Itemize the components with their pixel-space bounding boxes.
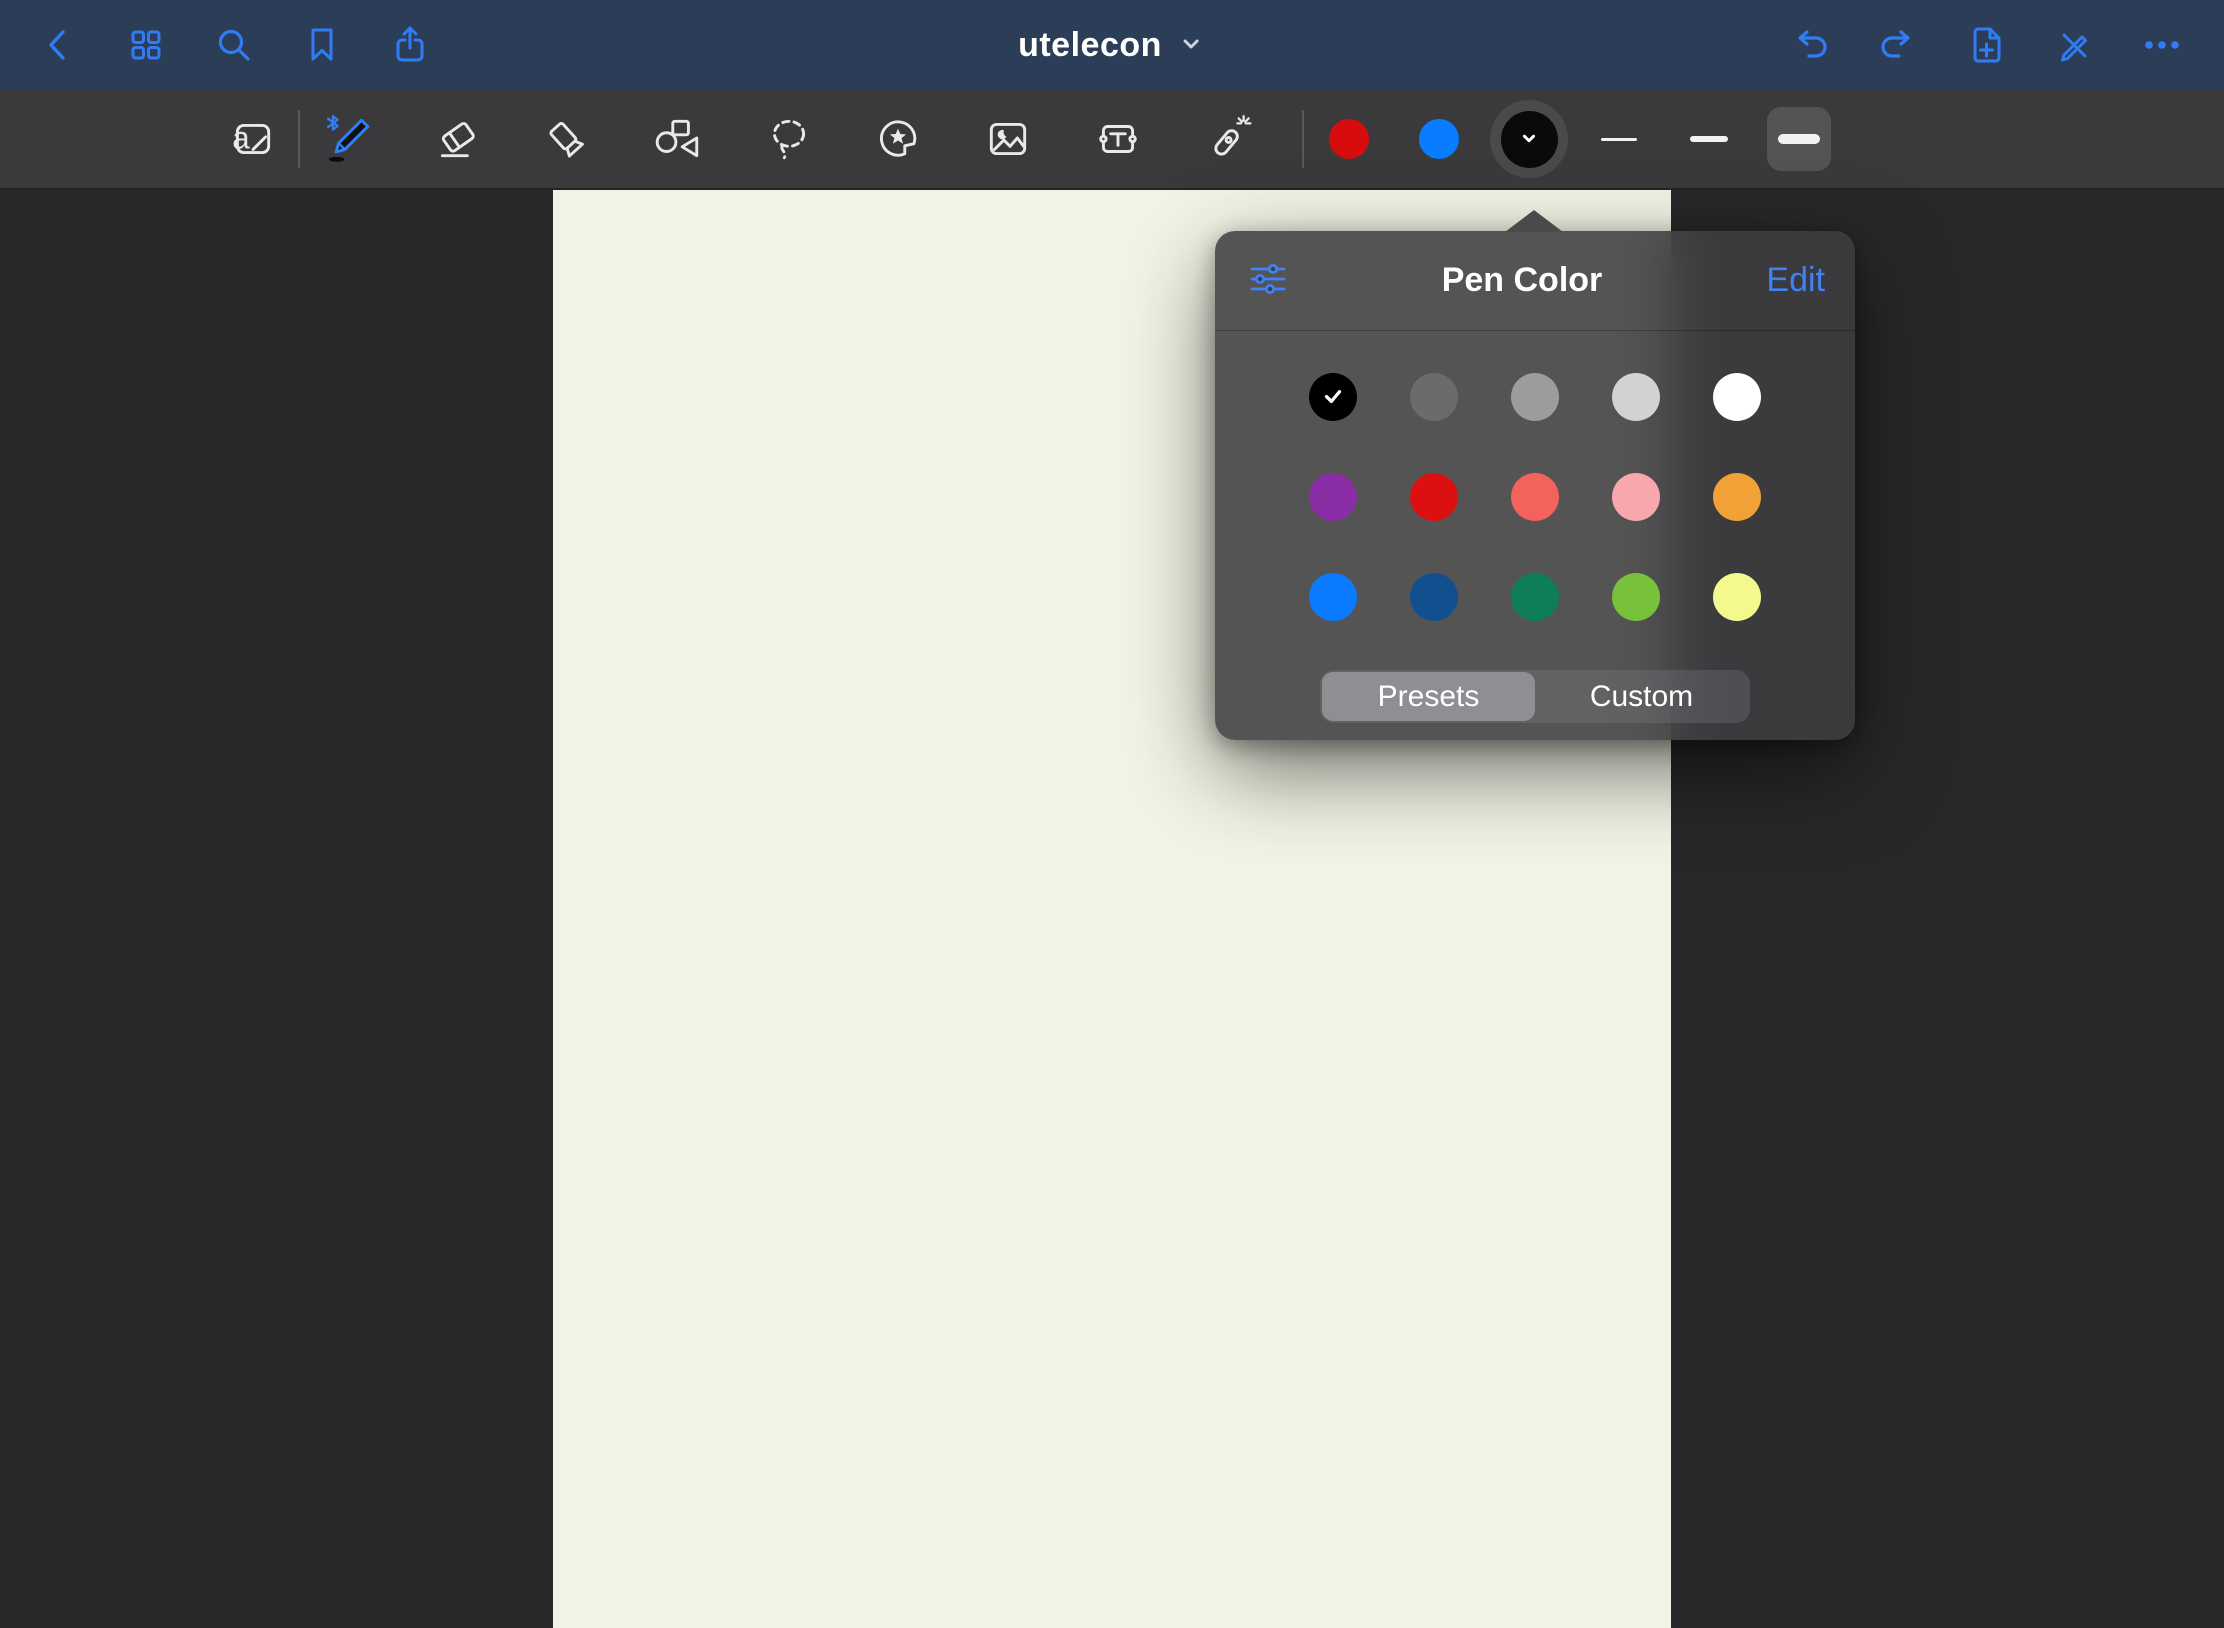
navbar-left-group [0,16,454,74]
laser-pointer-icon [1203,114,1253,164]
document-title: utelecon [1018,26,1162,65]
tool-group [310,101,1266,177]
stroke-width-thick[interactable] [1754,94,1844,184]
search-button[interactable] [205,16,263,74]
pen-color-swatch-gray[interactable] [1511,373,1559,421]
tab-presets[interactable]: Presets [1322,672,1535,721]
pen-color-swatch-yellow[interactable] [1713,573,1761,621]
share-icon [388,23,432,67]
pen-icon [323,114,373,164]
eraser-tool[interactable] [420,101,496,177]
pen-color-swatch-orange[interactable] [1713,473,1761,521]
canvas-area [0,190,2224,1628]
bookmark-icon [300,23,344,67]
toolbar-stroke-slots [1574,94,1844,184]
search-icon [212,23,256,67]
pen-color-swatch-navy[interactable] [1410,573,1458,621]
back-button[interactable] [29,16,87,74]
text-tool[interactable] [1080,101,1156,177]
chevron-down-icon [1518,127,1540,152]
tool-bar: a [0,90,2224,190]
image-icon [983,114,1033,164]
add-page-icon [1964,23,2008,67]
redo-icon [1876,23,1920,67]
pen-input-toggle-button[interactable] [2045,16,2103,74]
lasso-icon [763,114,813,164]
pen-tool[interactable] [310,101,386,177]
eraser-icon [433,114,483,164]
navigation-bar: utelecon [0,0,2224,90]
stroke-bar-thin [1601,138,1637,141]
highlighter-icon [543,114,593,164]
page-thumbnails-button[interactable] [117,16,175,74]
edit-button[interactable]: Edit [1753,261,1825,300]
pen-color-swatch-red[interactable] [1410,473,1458,521]
pen-color-popover: Pen Color Edit PresetsCustom [1215,231,1855,740]
color-grid [1309,373,1761,621]
sticker-star-icon [873,114,923,164]
pen-color-swatch-bright-blue[interactable] [1309,573,1357,621]
undo-icon [1788,23,1832,67]
color-dot-blue [1419,119,1459,159]
stroke-width-medium[interactable] [1664,94,1754,184]
toolbar-color-slots [1304,94,1574,184]
selected-color-ring [1490,100,1568,178]
pen-color-swatch-green[interactable] [1511,573,1559,621]
chevron-left-icon [36,23,80,67]
shapes-icon [653,114,703,164]
pen-color-swatch-purple[interactable] [1309,473,1357,521]
zoom-window-tool[interactable]: a [214,101,290,177]
popover-header: Pen Color Edit [1215,231,1855,331]
redo-button[interactable] [1869,16,1927,74]
pen-color-swatch-coral[interactable] [1511,473,1559,521]
pointer-tool[interactable] [1190,101,1266,177]
bookmark-button[interactable] [293,16,351,74]
pen-color-swatch-black[interactable] [1309,373,1357,421]
stroke-bar-medium [1690,136,1728,142]
pen-color-swatch-light-green[interactable] [1612,573,1660,621]
share-button[interactable] [381,16,439,74]
selected-color-circle [1501,111,1558,168]
more-button[interactable] [2133,16,2191,74]
presets-custom-segmented-control: PresetsCustom [1320,670,1750,723]
highlighter-tool[interactable] [530,101,606,177]
elements-tool[interactable] [860,101,936,177]
add-page-button[interactable] [1957,16,2015,74]
pen-color-swatch-pink[interactable] [1612,473,1660,521]
ellipsis-icon [2140,23,2184,67]
zoom-window-icon: a [227,114,277,164]
shapes-tool[interactable] [640,101,716,177]
document-title-button[interactable]: utelecon [1012,0,1212,90]
popover-arrow [1505,210,1563,232]
stroke-width-thin[interactable] [1574,94,1664,184]
pen-settings-button[interactable] [1245,256,1291,305]
crossed-pencil-icon [2052,23,2096,67]
sliders-icon [1245,256,1291,305]
toolbar-color-slot-blue[interactable] [1394,94,1484,184]
toolbar-color-slot-red[interactable] [1304,94,1394,184]
svg-text:a: a [232,120,250,155]
pen-color-swatch-light-gray[interactable] [1612,373,1660,421]
tab-custom[interactable]: Custom [1535,672,1748,721]
text-box-icon [1093,114,1143,164]
image-tool[interactable] [970,101,1046,177]
check-icon [1320,383,1346,412]
grid-icon [124,23,168,67]
undo-button[interactable] [1781,16,1839,74]
toolbar-color-slot-black[interactable] [1484,94,1574,184]
color-dot-red [1329,119,1369,159]
navbar-right-group [1766,16,2224,74]
stroke-selected-highlight [1767,107,1831,171]
toolbar-divider [298,110,300,168]
lasso-tool[interactable] [750,101,826,177]
pen-color-swatch-dark-gray[interactable] [1410,373,1458,421]
pen-color-swatch-white[interactable] [1713,373,1761,421]
chevron-down-icon [1176,29,1206,62]
popover-title: Pen Color [1291,261,1753,300]
stroke-bar-thick [1778,134,1820,144]
